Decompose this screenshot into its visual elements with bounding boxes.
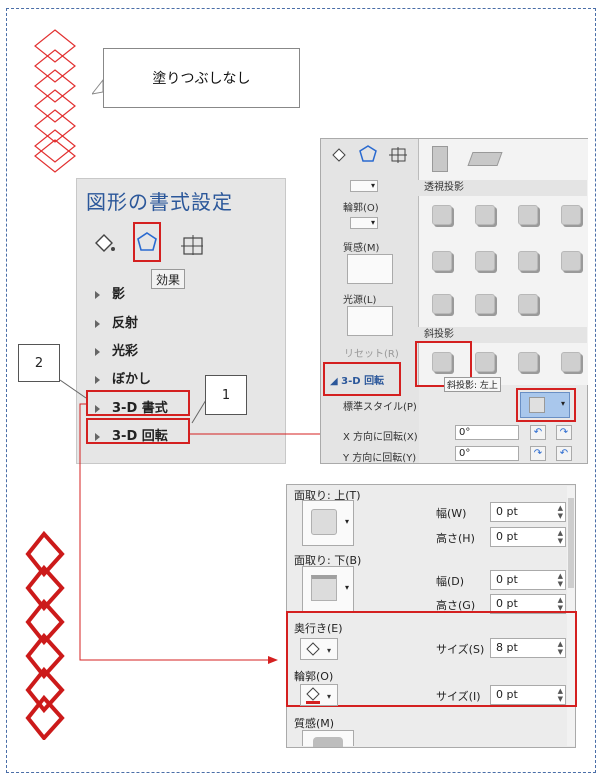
contour-size-input[interactable]: 0 pt ▲ ▼ <box>490 685 566 705</box>
bevel-top-width-input[interactable]: 0 pt ▲ ▼ <box>490 502 566 522</box>
material-label: 質感(M) <box>294 717 335 730</box>
gallery-tile[interactable] <box>432 205 452 225</box>
gallery-shape-tall <box>432 146 448 172</box>
width-label: 幅(W) <box>436 507 467 520</box>
rt-material-label: 質感(M) <box>343 243 380 254</box>
rt-fill-icon[interactable] <box>330 147 348 166</box>
rotate-left-icon[interactable]: ↶ <box>530 425 546 440</box>
rt-preset-label: 標準スタイル(P) <box>343 402 417 413</box>
contour-size-label: サイズ(I) <box>436 690 481 703</box>
rotate-down-icon[interactable]: ↶ <box>556 446 572 461</box>
bevel-bottom-width-input[interactable]: 0 pt ▲ ▼ <box>490 570 566 590</box>
material-button[interactable] <box>302 730 354 747</box>
contour-label: 輪郭(O) <box>294 670 334 683</box>
gallery-tile[interactable] <box>518 294 538 314</box>
step-label-1: 1 <box>205 375 247 415</box>
rt-reset-button[interactable]: リセット(R) <box>344 345 399 360</box>
width2-label: 幅(D) <box>436 575 465 588</box>
gallery-tile[interactable] <box>561 205 581 225</box>
rt-lighting-button[interactable] <box>347 306 393 336</box>
rt-material-button[interactable] <box>347 254 393 284</box>
depth-size-label: サイズ(S) <box>436 643 485 656</box>
rotate-up-icon[interactable]: ↷ <box>530 446 546 461</box>
gallery-tile[interactable] <box>475 205 495 225</box>
rt-outline-label: 輪郭(O) <box>343 203 379 214</box>
svg-text:▾: ▾ <box>327 646 331 655</box>
gallery-tooltip: 斜投影: 左上 <box>444 377 501 392</box>
gallery-tile[interactable] <box>518 251 538 271</box>
gallery-tile[interactable] <box>475 294 495 314</box>
gallery-tile[interactable] <box>561 251 581 271</box>
height-label: 高さ(H) <box>436 532 475 545</box>
gallery-tile[interactable] <box>561 352 581 372</box>
scrollbar-thumb[interactable] <box>568 498 574 588</box>
rt-y-label: Y 方向に回転(Y) <box>343 453 417 464</box>
rt-outline-dropdown[interactable]: ▾ <box>350 217 378 229</box>
rotate-right-icon[interactable]: ↷ <box>556 425 572 440</box>
gallery-perspective-header: 透視投影 <box>418 180 587 196</box>
gallery-tile[interactable] <box>475 352 495 372</box>
gallery-tile[interactable] <box>432 251 452 271</box>
depth-size-input[interactable]: 8 pt ▲ ▼ <box>490 638 566 658</box>
rt-color-dropdown-1[interactable]: ▾ <box>350 180 378 192</box>
highlight-preset-dropdown <box>516 388 576 422</box>
step-label-2: 2 <box>18 344 60 382</box>
rt-x-label: X 方向に回転(X) <box>343 432 418 443</box>
rt-y-input[interactable]: 0° <box>455 446 519 461</box>
gallery-shape-flat <box>467 152 503 166</box>
gallery-tile[interactable] <box>518 205 538 225</box>
rt-effects-icon[interactable] <box>358 144 378 167</box>
bevel-bottom-button[interactable]: ▾ <box>302 566 354 612</box>
bevel-top-height-input[interactable]: 0 pt ▲ ▼ <box>490 527 566 547</box>
bevel-top-button[interactable]: ▾ <box>302 500 354 546</box>
gallery-tile[interactable] <box>518 352 538 372</box>
depth-label: 奥行き(E) <box>294 622 343 635</box>
contour-color-dropdown[interactable]: ▾ <box>300 684 338 706</box>
depth-color-dropdown[interactable]: ▾ <box>300 638 338 660</box>
gallery-tile[interactable] <box>432 294 452 314</box>
rt-x-input[interactable]: 0° <box>455 425 519 440</box>
rt-lighting-label: 光源(L) <box>343 295 377 306</box>
highlight-3d-rotation-section <box>323 362 401 396</box>
svg-text:▾: ▾ <box>327 692 331 701</box>
rt-size-icon[interactable] <box>388 146 408 167</box>
gallery-tile[interactable] <box>475 251 495 271</box>
